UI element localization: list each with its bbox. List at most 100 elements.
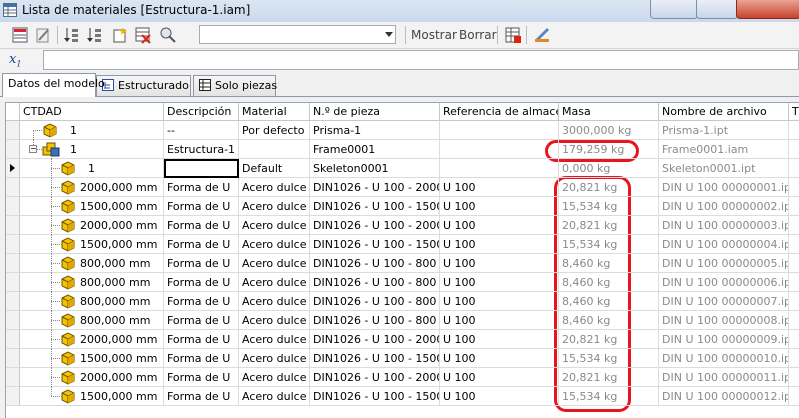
cell-referencia-almacen[interactable]: [440, 121, 559, 140]
cell-ctdad[interactable]: 1500,000 mm: [20, 196, 164, 216]
sort-ascending-icon[interactable]: [63, 26, 81, 44]
cell-referencia-almacen[interactable]: U 100: [440, 330, 559, 349]
tab-estructurado[interactable]: Estructurado: [96, 75, 191, 96]
cell-masa[interactable]: 8,460 kg: [559, 311, 659, 330]
cell-referencia-almacen[interactable]: [440, 140, 559, 159]
cell-nombre-archivo[interactable]: DIN U 100 00000012.ipt: [659, 387, 789, 406]
cell-numero-pieza[interactable]: DIN1026 - U 100 - 1500: [310, 197, 440, 216]
cell-numero-pieza[interactable]: DIN1026 - U 100 - 800: [310, 254, 440, 273]
cell-material[interactable]: [239, 140, 310, 159]
column-header-numero-pieza[interactable]: N.º de pieza: [310, 103, 440, 121]
cell-t[interactable]: [789, 235, 799, 254]
cell-ctdad[interactable]: 800,000 mm: [20, 272, 164, 292]
cell-nombre-archivo[interactable]: Prisma-1.ipt: [659, 121, 789, 140]
cell-ctdad[interactable]: −1: [20, 139, 164, 159]
cell-ctdad[interactable]: 800,000 mm: [20, 291, 164, 311]
cell-masa[interactable]: 179,259 kg: [559, 140, 659, 159]
cell-ctdad[interactable]: 1500,000 mm: [20, 348, 164, 368]
row-header[interactable]: [6, 140, 20, 159]
cell-numero-pieza[interactable]: DIN1026 - U 100 - 800: [310, 292, 440, 311]
cell-nombre-archivo[interactable]: DIN U 100 00000008.ipt: [659, 311, 789, 330]
column-header-masa[interactable]: Masa: [559, 103, 659, 121]
cell-masa[interactable]: 20,821 kg: [559, 368, 659, 387]
cell-descripcion[interactable]: Forma de U: [164, 178, 239, 197]
cell-numero-pieza[interactable]: DIN1026 - U 100 - 1500: [310, 349, 440, 368]
cell-numero-pieza[interactable]: Frame0001: [310, 140, 440, 159]
cell-masa[interactable]: 8,460 kg: [559, 273, 659, 292]
cell-numero-pieza[interactable]: DIN1026 - U 100 - 2000: [310, 330, 440, 349]
cell-material[interactable]: Acero dulce: [239, 216, 310, 235]
filter-dropdown[interactable]: [199, 25, 396, 44]
cell-referencia-almacen[interactable]: U 100: [440, 368, 559, 387]
cell-material[interactable]: Acero dulce: [239, 292, 310, 311]
cell-masa[interactable]: 15,534 kg: [559, 197, 659, 216]
cell-masa[interactable]: 15,534 kg: [559, 235, 659, 254]
column-header-descripcion[interactable]: Descripción: [164, 103, 239, 121]
cell-descripcion[interactable]: Forma de U: [164, 330, 239, 349]
cell-nombre-archivo[interactable]: DIN U 100 00000002.ipt: [659, 197, 789, 216]
cell-masa[interactable]: 20,821 kg: [559, 216, 659, 235]
cell-t[interactable]: [789, 140, 799, 159]
cell-numero-pieza[interactable]: DIN1026 - U 100 - 2000: [310, 216, 440, 235]
cell-ctdad[interactable]: 1500,000 mm: [20, 234, 164, 254]
collapse-icon[interactable]: −: [29, 145, 37, 153]
cell-material[interactable]: Default: [239, 159, 310, 178]
row-header[interactable]: [6, 254, 20, 273]
cell-material[interactable]: Acero dulce: [239, 387, 310, 406]
cell-ctdad[interactable]: 1: [20, 158, 164, 178]
cell-material[interactable]: Por defecto: [239, 121, 310, 140]
cell-descripcion-editing[interactable]: [164, 159, 239, 178]
cell-ctdad[interactable]: 2000,000 mm: [20, 215, 164, 235]
tab-solo-piezas[interactable]: Solo piezas: [193, 75, 277, 96]
cell-masa[interactable]: 3000,000 kg: [559, 121, 659, 140]
cell-nombre-archivo[interactable]: DIN U 100 00000004.ipt: [659, 235, 789, 254]
cell-nombre-archivo[interactable]: DIN U 100 00000005.ipt: [659, 254, 789, 273]
cell-material[interactable]: Acero dulce: [239, 254, 310, 273]
cell-t[interactable]: [789, 197, 799, 216]
cell-numero-pieza[interactable]: DIN1026 - U 100 - 2000: [310, 368, 440, 387]
cell-descripcion[interactable]: --: [164, 121, 239, 140]
minimize-button[interactable]: [650, 0, 698, 19]
cell-ctdad[interactable]: 2000,000 mm: [20, 367, 164, 387]
row-header[interactable]: [6, 387, 20, 406]
cell-t[interactable]: [789, 292, 799, 311]
cell-masa[interactable]: 0,000 kg: [559, 159, 659, 178]
cell-material[interactable]: Acero dulce: [239, 368, 310, 387]
close-button[interactable]: [736, 0, 799, 19]
cell-ctdad[interactable]: 1: [20, 121, 164, 140]
cell-descripcion[interactable]: Forma de U: [164, 254, 239, 273]
cell-descripcion[interactable]: Forma de U: [164, 292, 239, 311]
row-header[interactable]: [6, 292, 20, 311]
cell-t[interactable]: [789, 273, 799, 292]
cell-descripcion[interactable]: Forma de U: [164, 349, 239, 368]
cell-masa[interactable]: 8,460 kg: [559, 292, 659, 311]
cell-numero-pieza[interactable]: DIN1026 - U 100 - 800: [310, 311, 440, 330]
cell-referencia-almacen[interactable]: U 100: [440, 311, 559, 330]
cell-nombre-archivo[interactable]: DIN U 100 00000011.ipt: [659, 368, 789, 387]
cell-ctdad[interactable]: 2000,000 mm: [20, 329, 164, 349]
column-header-material[interactable]: Material: [239, 103, 310, 121]
borrar-button[interactable]: Borrar: [459, 28, 497, 42]
cell-nombre-archivo[interactable]: Frame0001.iam: [659, 140, 789, 159]
cell-numero-pieza[interactable]: Skeleton0001: [310, 159, 440, 178]
cell-ctdad[interactable]: 2000,000 mm: [20, 177, 164, 197]
column-header-t[interactable]: T: [789, 103, 799, 121]
cell-referencia-almacen[interactable]: [440, 159, 559, 178]
cell-descripcion[interactable]: Forma de U: [164, 368, 239, 387]
cell-descripcion[interactable]: Estructura-1: [164, 140, 239, 159]
cell-t[interactable]: [789, 121, 799, 140]
cell-masa[interactable]: 15,534 kg: [559, 387, 659, 406]
bom-icon[interactable]: [11, 26, 29, 44]
cell-numero-pieza[interactable]: Prisma-1: [310, 121, 440, 140]
cell-numero-pieza[interactable]: DIN1026 - U 100 - 800: [310, 273, 440, 292]
cell-t[interactable]: [789, 349, 799, 368]
find-icon[interactable]: [159, 26, 177, 44]
cell-t[interactable]: [789, 178, 799, 197]
edit-icon[interactable]: [34, 26, 52, 44]
expression-input[interactable]: [43, 50, 799, 70]
cell-descripcion[interactable]: Forma de U: [164, 235, 239, 254]
row-header[interactable]: [6, 311, 20, 330]
cell-descripcion[interactable]: Forma de U: [164, 311, 239, 330]
cell-descripcion[interactable]: Forma de U: [164, 387, 239, 406]
cell-t[interactable]: [789, 330, 799, 349]
